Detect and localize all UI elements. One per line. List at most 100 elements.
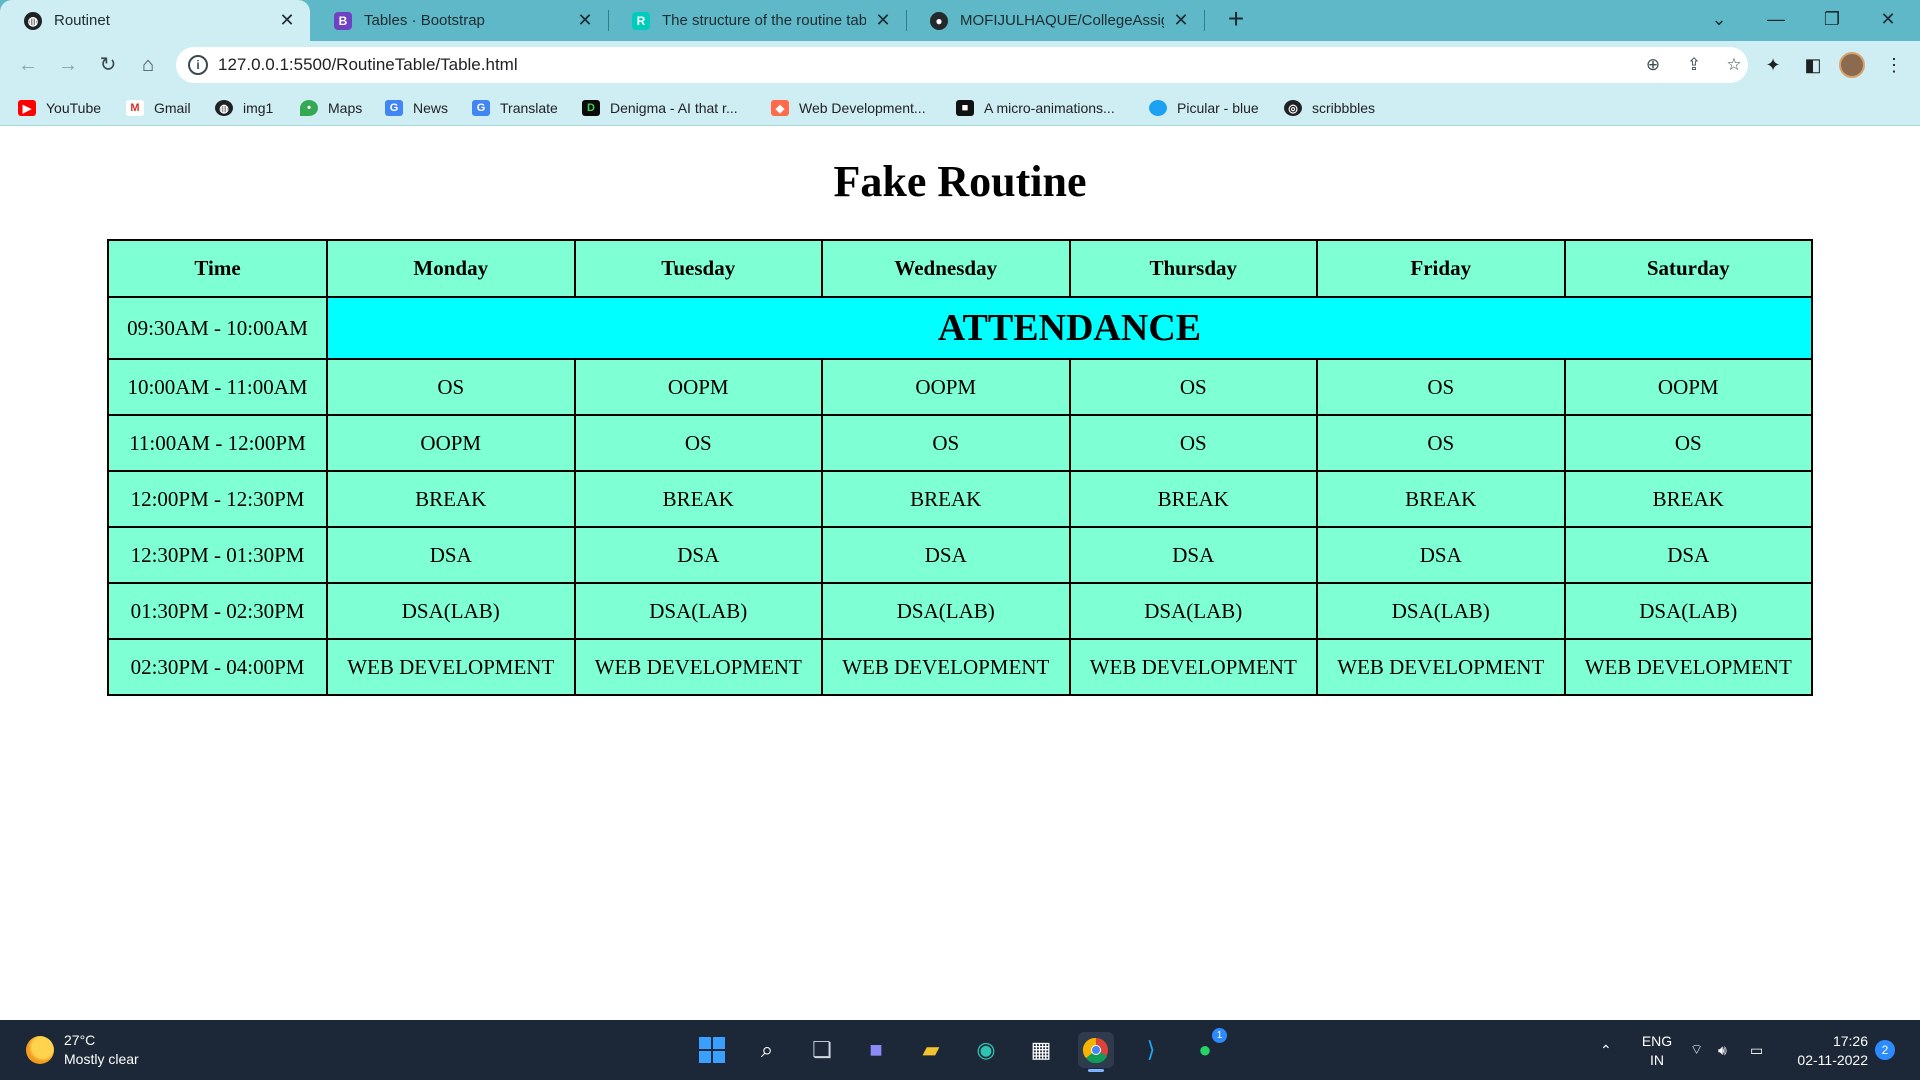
extensions-icon[interactable]: ✦: [1759, 51, 1787, 79]
menu-icon[interactable]: ⋮: [1880, 51, 1908, 79]
share-icon[interactable]: ⇪: [1682, 53, 1706, 77]
subject-cell: OS: [1316, 414, 1566, 472]
bookmark-web-development[interactable]: ◆ Web Development...: [771, 97, 926, 119]
clock-date: 02-11-2022: [1797, 1052, 1868, 1068]
file-explorer-button[interactable]: ▰: [913, 1032, 949, 1068]
bookmark-scribbbles[interactable]: ◎ scribbbles: [1284, 97, 1375, 119]
forward-button[interactable]: →: [52, 49, 84, 81]
subject-cell: DSA(LAB): [1316, 582, 1566, 640]
search-button[interactable]: ⌕: [749, 1032, 785, 1068]
bookmark-picular[interactable]: Picular - blue: [1149, 97, 1259, 119]
battery-icon[interactable]: ▭: [1750, 1020, 1763, 1080]
table-row: 12:30PM - 01:30PM DSA DSA DSA DSA DSA DS…: [107, 526, 1813, 584]
maps-icon: •: [300, 100, 318, 116]
language-code: ENG: [1641, 1033, 1673, 1049]
header-tuesday: Tuesday: [573, 239, 823, 298]
news-icon: G: [385, 100, 403, 116]
bookmark-maps[interactable]: • Maps: [300, 97, 362, 119]
bookmark-denigma[interactable]: D Denigma - AI that r...: [582, 97, 738, 119]
home-button[interactable]: ⌂: [132, 49, 164, 81]
show-hidden-icons[interactable]: ⌃: [1600, 1020, 1612, 1080]
scribbbles-icon: ◎: [1284, 100, 1302, 116]
back-button[interactable]: ←: [12, 49, 44, 81]
tab-routinet[interactable]: ◍ Routinet ✕: [0, 0, 310, 41]
weather-widget[interactable]: 27°C Mostly clear: [64, 1031, 139, 1069]
bookmark-label: YouTube: [46, 100, 102, 116]
subject-cell: BREAK: [821, 470, 1071, 528]
attendance-cell: ATTENDANCE: [326, 296, 1813, 360]
folder-icon: ▰: [922, 1037, 940, 1062]
clock[interactable]: 17:26 02-11-2022: [1790, 1032, 1868, 1070]
zoom-icon[interactable]: ⊕: [1641, 53, 1665, 77]
table-row: 01:30PM - 02:30PM DSA(LAB) DSA(LAB) DSA(…: [107, 582, 1813, 640]
globe-icon: ◍: [215, 100, 233, 116]
time-cell: 12:00PM - 12:30PM: [107, 470, 328, 528]
tab-github[interactable]: ● MOFIJULHAQUE/CollegeAssignm ✕: [906, 0, 1204, 41]
bookmark-translate[interactable]: G Translate: [472, 97, 558, 119]
bookmark-label: Picular - blue: [1177, 100, 1259, 116]
bookmark-label: Gmail: [154, 100, 191, 116]
close-icon[interactable]: ✕: [874, 10, 892, 31]
time-cell: 01:30PM - 02:30PM: [107, 582, 328, 640]
subject-cell: OOPM: [1563, 358, 1813, 416]
task-view-button[interactable]: ❏: [804, 1032, 840, 1068]
researchgate-icon: R: [632, 11, 650, 30]
side-panel-icon[interactable]: ◧: [1799, 51, 1827, 79]
time-cell: 10:00AM - 11:00AM: [107, 358, 328, 416]
language-indicator[interactable]: ENG IN: [1640, 1032, 1674, 1070]
subject-cell: DSA(LAB): [1563, 582, 1813, 640]
subject-cell: DSA: [573, 526, 823, 584]
windows-taskbar: 27°C Mostly clear ⌕ ❏ ■ ▰ ◉ ▦ ⟩ ● 1 ⌃ EN…: [0, 1020, 1920, 1080]
weather-temp: 27°C: [64, 1032, 96, 1048]
teams-chat-button[interactable]: ■: [858, 1032, 894, 1068]
notification-badge[interactable]: 2: [1875, 1040, 1895, 1060]
chrome-button[interactable]: [1078, 1032, 1114, 1072]
start-button[interactable]: [694, 1032, 730, 1068]
new-tab-button[interactable]: +: [1220, 4, 1252, 36]
tab-researchgate[interactable]: R The structure of the routine table ✕: [608, 0, 906, 41]
subject-cell: OS: [1316, 358, 1566, 416]
subject-cell: OOPM: [326, 414, 576, 472]
site-info-icon[interactable]: i: [188, 55, 208, 75]
youtube-icon: ▶: [18, 100, 36, 116]
bookmark-img1[interactable]: ◍ img1: [215, 97, 273, 119]
edge-button[interactable]: ◉: [968, 1032, 1004, 1068]
close-window-button[interactable]: ✕: [1860, 0, 1916, 41]
bookmark-youtube[interactable]: ▶ YouTube: [18, 97, 101, 119]
close-icon[interactable]: ✕: [1172, 10, 1190, 31]
subject-cell: OS: [821, 414, 1071, 472]
wifi-icon[interactable]: ⌔: [1690, 1020, 1703, 1080]
bookmark-micro-animations[interactable]: ■ A micro-animations...: [956, 97, 1115, 119]
bookmark-gmail[interactable]: M Gmail: [126, 97, 191, 119]
address-bar[interactable]: i 127.0.0.1:5500/RoutineTable/Table.html…: [176, 47, 1748, 83]
bookmark-label: Denigma - AI that r...: [610, 100, 738, 116]
tab-title: Tables · Bootstrap: [364, 12, 485, 29]
close-icon[interactable]: ✕: [576, 10, 594, 31]
tab-title: The structure of the routine table: [662, 12, 866, 29]
time-cell: 09:30AM - 10:00AM: [107, 296, 328, 360]
weather-icon[interactable]: [26, 1036, 54, 1064]
table-row-attendance: 09:30AM - 10:00AM ATTENDANCE: [107, 296, 1813, 360]
tab-bootstrap[interactable]: B Tables · Bootstrap ✕: [310, 0, 608, 41]
header-saturday: Saturday: [1563, 239, 1813, 298]
bookmark-label: Web Development...: [799, 100, 926, 116]
restore-button[interactable]: ❐: [1804, 0, 1860, 41]
gmail-icon: M: [126, 100, 144, 116]
github-icon: ●: [930, 11, 948, 30]
store-button[interactable]: ▦: [1023, 1032, 1059, 1068]
subject-cell: BREAK: [1316, 470, 1566, 528]
whatsapp-button[interactable]: ● 1: [1187, 1028, 1227, 1068]
bookmark-label: News: [413, 100, 449, 116]
tab-title: MOFIJULHAQUE/CollegeAssignm: [960, 12, 1164, 29]
subject-cell: DSA(LAB): [326, 582, 576, 640]
bookmark-star-icon[interactable]: ☆: [1722, 53, 1746, 77]
vscode-button[interactable]: ⟩: [1133, 1032, 1169, 1068]
minimize-button[interactable]: —: [1748, 0, 1804, 41]
profile-avatar[interactable]: [1839, 52, 1865, 78]
tab-search-icon[interactable]: ⌄: [1691, 0, 1747, 41]
volume-icon[interactable]: 🔊︎: [1718, 1020, 1727, 1080]
bookmark-label: img1: [243, 100, 274, 116]
reload-button[interactable]: ↻: [92, 49, 124, 81]
close-icon[interactable]: ✕: [278, 10, 296, 31]
bookmark-news[interactable]: G News: [385, 97, 448, 119]
